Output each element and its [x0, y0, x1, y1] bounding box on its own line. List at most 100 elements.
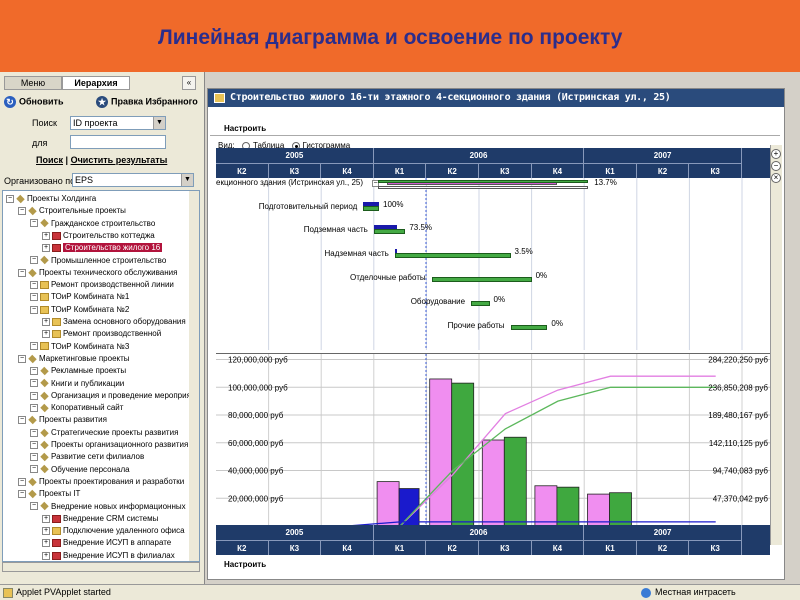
project-tree[interactable]: + Внедрение ИСУП в филиалах + Внедрение ИСУ… — [2, 190, 200, 562]
tree-item[interactable]: + Замена основного оборудования — [42, 316, 186, 328]
expand-toggle-icon[interactable]: + — [42, 244, 50, 253]
tree-item[interactable]: − ТОиР Комбината №3 — [30, 341, 129, 353]
tab-menu[interactable]: Меню — [4, 76, 62, 90]
collapse-panel-button[interactable]: « — [182, 76, 196, 90]
expand-toggle-icon[interactable]: − — [30, 219, 38, 228]
expand-toggle-icon[interactable]: − — [30, 305, 38, 314]
refresh-button[interactable]: ↻ Обновить — [4, 96, 64, 108]
tree-item[interactable]: − Строительные проекты — [18, 205, 126, 217]
expand-toggle-icon[interactable]: − — [30, 391, 38, 400]
expand-toggle-icon[interactable]: + — [42, 551, 50, 560]
expand-toggle-icon[interactable]: − — [30, 502, 38, 511]
expand-toggle-icon[interactable]: + — [42, 514, 50, 523]
timeline-quarter: К3 — [689, 163, 742, 178]
expand-toggle-icon[interactable]: − — [30, 465, 38, 474]
refresh-label: Обновить — [19, 96, 64, 107]
tree-item[interactable]: − Копоративный сайт — [30, 402, 123, 414]
organized-by-value: EPS — [75, 175, 94, 185]
tree-item[interactable]: − Гражданское строительство — [30, 218, 155, 230]
gantt-task-label: Надземная часть — [324, 249, 389, 258]
expand-toggle-icon[interactable]: − — [18, 268, 26, 277]
tree-item[interactable]: − Развитие сети филиалов — [30, 451, 144, 463]
project-icon — [52, 244, 61, 253]
tree-item[interactable]: − Рекламные проекты — [30, 365, 126, 377]
tree-item[interactable]: − Проекты организационного развития — [30, 439, 188, 451]
search-field-value: ID проекта — [73, 118, 118, 128]
expand-toggle-icon[interactable]: − — [18, 477, 26, 486]
timeline-year: 2007 — [584, 525, 742, 540]
tree-item[interactable]: − Проекты технического обслуживания — [18, 267, 177, 279]
edit-favorites-button[interactable]: ★ Правка Избранного — [96, 96, 198, 108]
expand-toggle-icon[interactable]: − — [18, 416, 26, 425]
timeline-year: 2005 — [216, 525, 374, 540]
tree-item[interactable]: − ТОиР Комбината №1 — [30, 291, 129, 303]
tree-item-label: ТОиР Комбината №1 — [51, 292, 130, 302]
tree-item-label: Внедрение ИСУП в аппарате — [63, 538, 172, 548]
expand-toggle-icon[interactable]: − — [18, 490, 26, 499]
tree-vertical-scrollbar[interactable] — [189, 191, 199, 561]
search-links: Поиск | Очистить результаты — [36, 155, 168, 165]
tree-item[interactable]: + Внедрение ИСУП в филиалах — [42, 550, 175, 561]
eps-node-icon — [40, 440, 49, 450]
tree-item[interactable]: + Внедрение CRM системы — [42, 513, 158, 525]
tree-item[interactable]: − Книги и публикации — [30, 378, 124, 390]
eps-node-icon — [40, 465, 49, 474]
expand-toggle-icon[interactable]: − — [30, 453, 38, 462]
expand-toggle-icon[interactable]: − — [30, 440, 38, 449]
star-icon: ★ — [96, 96, 108, 108]
expand-toggle-icon[interactable]: + — [42, 526, 50, 535]
expand-toggle-icon[interactable]: − — [30, 293, 38, 302]
expand-toggle-icon[interactable]: − — [18, 354, 26, 363]
expand-toggle-icon[interactable]: + — [42, 231, 50, 240]
tree-item[interactable]: − Ремонт производственной линии — [30, 279, 174, 291]
expand-toggle-icon[interactable]: − — [6, 194, 14, 203]
chart-vertical-scrollbar[interactable] — [770, 145, 782, 545]
tree-item[interactable]: − Обучение персонала — [30, 464, 130, 476]
expand-toggle-icon[interactable]: − — [18, 207, 26, 216]
tree-horizontal-scrollbar[interactable] — [2, 562, 200, 572]
search-input[interactable] — [70, 135, 166, 149]
tree-item[interactable]: − Проекты IT — [18, 488, 80, 500]
expand-toggle-icon[interactable]: − — [30, 403, 38, 412]
left-axis-tick-label: 60,000,000 руб — [228, 439, 284, 448]
customize-link-bottom[interactable]: Настроить — [224, 560, 266, 569]
search-field-select[interactable]: ID проекта ▼ — [70, 116, 166, 130]
expand-toggle-icon[interactable]: − — [30, 379, 38, 388]
timeline-quarter: К2 — [426, 540, 479, 555]
expand-toggle-icon[interactable]: − — [30, 280, 38, 289]
gantt-percent: 0% — [551, 319, 563, 328]
tree-item[interactable]: + Строительство жилого 16 — [42, 242, 163, 254]
tree-item[interactable]: − Проекты развития — [18, 414, 107, 426]
expand-toggle-icon[interactable]: − — [30, 256, 38, 265]
tree-item[interactable]: − Маркетинговые проекты — [18, 353, 130, 365]
eps-node-icon — [40, 379, 49, 388]
expand-toggle-icon[interactable]: + — [42, 317, 50, 326]
tree-item[interactable]: − Проекты проектирования и разработки — [18, 476, 184, 488]
tree-item[interactable]: − Проекты Холдинга — [6, 193, 96, 205]
tree-item[interactable]: + Подключение удаленного офиса — [42, 525, 185, 537]
zoom-reset-icon[interactable]: × — [771, 173, 781, 183]
tree-item[interactable]: − Внедрение новых информационных — [30, 501, 186, 513]
tree-item[interactable]: + Строительство коттеджа — [42, 230, 155, 242]
zoom-out-icon[interactable]: − — [771, 161, 781, 171]
expand-toggle-icon[interactable]: − — [30, 367, 38, 376]
tree-item[interactable]: + Внедрение ИСУП в аппарате — [42, 537, 171, 549]
eps-node-icon — [40, 256, 49, 265]
expand-toggle-icon[interactable]: + — [42, 330, 50, 339]
left-axis-tick-label: 40,000,000 руб — [228, 467, 284, 476]
zoom-in-icon[interactable]: + — [771, 149, 781, 159]
customize-link-top[interactable]: Настроить — [224, 124, 266, 133]
gantt-percent: 0% — [493, 295, 506, 304]
tree-item[interactable]: − Организация и проведение мероприятий — [30, 390, 199, 402]
tab-hierarchy[interactable]: Иерархия — [62, 76, 130, 90]
clear-results-link[interactable]: Очистить результаты — [71, 155, 168, 165]
expand-toggle-icon[interactable]: + — [42, 539, 50, 548]
tree-item[interactable]: − Стратегические проекты развития — [30, 427, 178, 439]
search-link[interactable]: Поиск — [36, 155, 63, 165]
expand-toggle-icon[interactable]: − — [30, 342, 38, 351]
tree-item[interactable]: − ТОиР Комбината №2 — [30, 304, 129, 316]
organized-by-select[interactable]: EPS ▼ — [72, 173, 194, 187]
tree-item[interactable]: − Промышленное строительство — [30, 255, 166, 267]
tree-item[interactable]: + Ремонт производственной — [42, 328, 161, 340]
expand-toggle-icon[interactable]: − — [30, 428, 38, 437]
